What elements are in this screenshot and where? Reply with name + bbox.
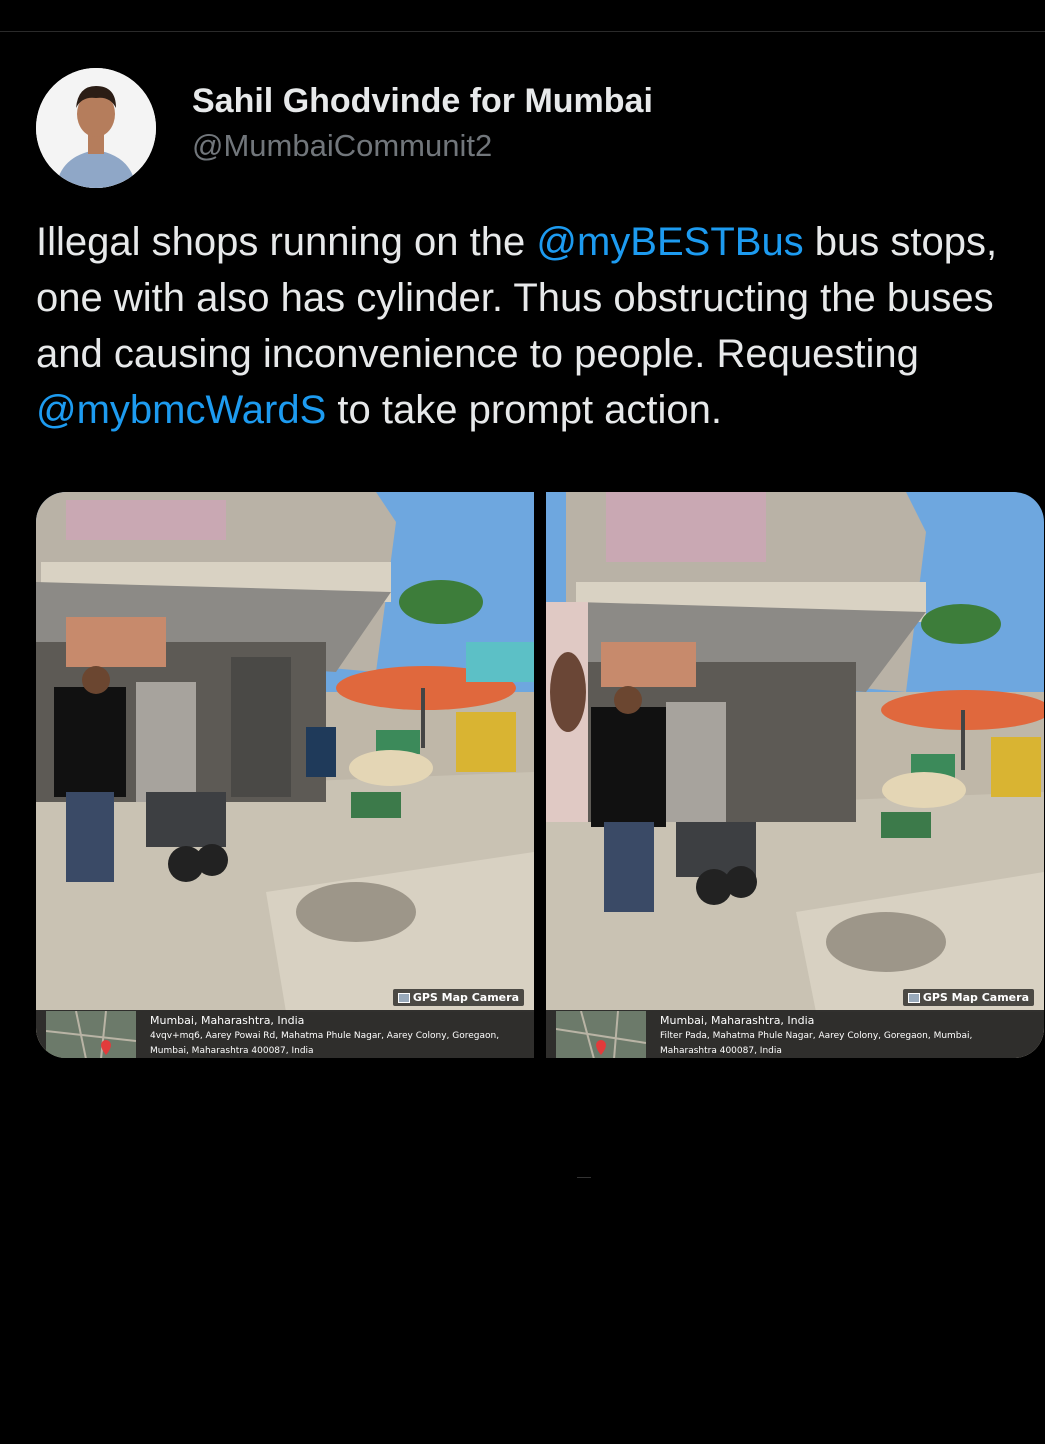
mention-mybmcwards[interactable]: @mybmcWardS [36, 388, 326, 432]
author-name[interactable]: Sahil Ghodvinde for Mumbai [192, 82, 653, 121]
gps-badge-label: GPS Map Camera [412, 991, 519, 1004]
gps-address-line2: Maharashtra 400087, India [660, 1046, 782, 1056]
author-handle[interactable]: @MumbaiCommunit2 [192, 128, 492, 164]
map-pin-icon [46, 1011, 136, 1058]
text-segment: Illegal shops running on the [36, 220, 537, 264]
gps-overlay: Mumbai, Maharashtra, India Filter Pada, … [546, 1010, 1044, 1058]
author-avatar[interactable] [36, 68, 156, 188]
street-scene-image [36, 492, 534, 1058]
street-scene-image [546, 492, 1044, 1058]
gps-badge: GPS Map Camera [902, 989, 1034, 1006]
gps-badge-label: GPS Map Camera [922, 991, 1029, 1004]
gps-address-line1: Filter Pada, Mahatma Phule Nagar, Aarey … [660, 1031, 973, 1041]
tweet-text: Illegal shops running on the @myBESTBus … [36, 214, 1041, 438]
gps-badge: GPS Map Camera [392, 989, 524, 1006]
gps-address-line2: Mumbai, Maharashtra 400087, India [150, 1046, 314, 1056]
gps-location-title: Mumbai, Maharashtra, India [660, 1014, 815, 1027]
avatar-photo [36, 68, 156, 188]
mention-mybestbus[interactable]: @myBESTBus [536, 220, 803, 264]
media-grid: GPS Map Camera Mumbai, Maharashtra, Indi… [36, 492, 1044, 1058]
map-pin-icon [556, 1011, 646, 1058]
bottom-divider [577, 1177, 591, 1178]
photo-2[interactable]: GPS Map Camera Mumbai, Maharashtra, Indi… [546, 492, 1044, 1058]
gps-location-title: Mumbai, Maharashtra, India [150, 1014, 305, 1027]
text-segment: to take prompt action. [326, 388, 723, 432]
gps-overlay: Mumbai, Maharashtra, India 4vqv+mq6, Aar… [36, 1010, 534, 1058]
gps-address-line1: 4vqv+mq6, Aarey Powai Rd, Mahatma Phule … [150, 1031, 500, 1041]
map-thumbnail [46, 1011, 136, 1058]
photo-1[interactable]: GPS Map Camera Mumbai, Maharashtra, Indi… [36, 492, 534, 1058]
map-thumbnail [556, 1011, 646, 1058]
camera-icon [397, 992, 410, 1003]
camera-icon [907, 992, 920, 1003]
top-divider [0, 31, 1045, 32]
